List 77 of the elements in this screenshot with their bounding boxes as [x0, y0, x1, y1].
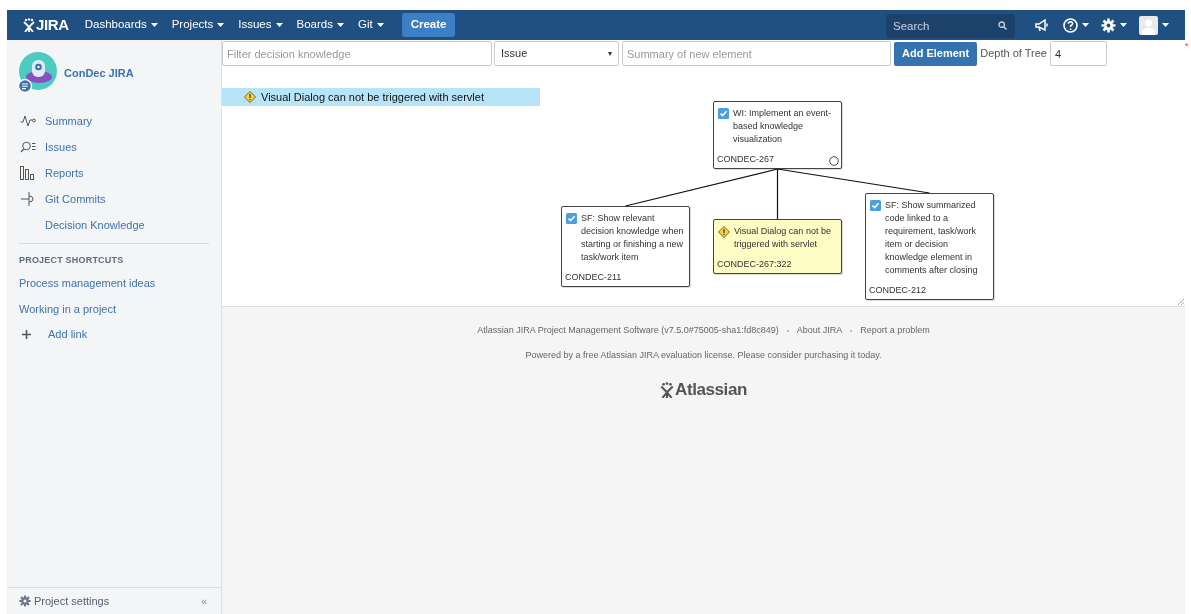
plus-icon [22, 330, 31, 339]
project-avatar-icon [18, 52, 58, 94]
help-menu-button[interactable] [1063, 17, 1089, 33]
caret-icon [150, 23, 158, 27]
node-key: CONDEC-267 [717, 153, 774, 166]
add-link[interactable]: Add link [7, 321, 100, 348]
logo-icon [23, 18, 35, 32]
expand-circle-icon[interactable] [829, 156, 839, 166]
caret-icon [336, 23, 344, 27]
resize-handle-icon[interactable] [1178, 299, 1184, 305]
nav-menu[interactable]: Dashboards [84, 16, 158, 34]
avatar-icon [1139, 15, 1158, 35]
node-summary: SF: Show relevant decision knowledge when starting or finishing a new task/work item [581, 212, 684, 264]
search-icon [998, 21, 1007, 30]
caret-icon [1120, 23, 1127, 27]
tree-node[interactable]: SF: Show summarized code linked to a requirement, task/work item or decision knowledge element in comments after closing CONDEC-212 [865, 193, 994, 300]
jira-logo[interactable]: JIRA [23, 13, 69, 37]
node-key: CONDEC-212 [869, 284, 926, 297]
settings-menu-button[interactable] [1101, 17, 1127, 33]
sidebar-nav-link[interactable]: Issues [19, 134, 209, 160]
depth-field[interactable]: 4 [1049, 41, 1107, 66]
shortcut-link[interactable]: Process management ideas [7, 269, 168, 296]
settings-icon [1101, 17, 1116, 33]
footer-link[interactable]: About JIRA [796, 324, 843, 338]
footer-link[interactable]: Atlassian JIRA Project Management Software (v7.5.0#75005-sha1:fd8c849) [477, 324, 779, 338]
atlassian-logo: Atlassian [660, 377, 747, 403]
section-heading: PROJECT SHORTCUTS [18, 254, 125, 267]
project-settings-link[interactable]: Project settings [19, 592, 110, 610]
alert-message: Visual Dialog can not be triggered with servlet [261, 89, 484, 105]
help-icon [1063, 17, 1078, 33]
required-mark: * [1185, 42, 1189, 51]
warning-icon [244, 91, 256, 103]
tree-node[interactable]: SF: Show relevant decision knowledge when starting or finishing a new task/work item CONDEC-211 [561, 206, 690, 287]
node-key: CONDEC-211 [565, 271, 622, 284]
check-square-icon [566, 213, 577, 224]
caret-icon [217, 23, 225, 27]
add-element-button[interactable]: Add Element [894, 41, 978, 66]
footer-link[interactable]: Report a problem [860, 324, 930, 338]
sidebar-nav-link[interactable]: Reports [19, 160, 209, 186]
create-button[interactable]: Create [401, 13, 456, 37]
search-field[interactable]: Search [886, 14, 1015, 38]
license-notice: Powered by a free Atlassian JIRA evaluation license. Please consider purchasing it today. [525, 348, 882, 362]
nav-menu[interactable]: Git [357, 16, 384, 34]
sidebar-nav-link[interactable]: Git Commits [19, 186, 209, 212]
filter-field[interactable]: Filter decision knowledge [222, 41, 492, 66]
caret-icon [376, 23, 384, 27]
node-summary: SF: Show summarized code linked to a requirement, task/work item or decision knowledge element in comments after closing [885, 199, 979, 277]
check-square-icon [870, 200, 881, 211]
shortcut-link[interactable]: Working in a project [7, 295, 128, 322]
collapse-sidebar-button[interactable]: « [200, 592, 207, 610]
activity-icon [20, 115, 36, 127]
nav-menu[interactable]: Issues [238, 16, 283, 34]
node-summary: WI: Implement an event-based knowledge visualization [733, 107, 833, 146]
logo-icon [660, 381, 675, 398]
caret-icon [275, 23, 283, 27]
sidebar-nav-link[interactable]: Summary [19, 108, 209, 134]
caret-icon [1082, 23, 1089, 27]
commit-icon [20, 191, 36, 207]
check-square-icon [718, 108, 729, 119]
nav-menu[interactable]: Projects [171, 16, 225, 34]
settings-icon [19, 595, 31, 607]
project-name-link[interactable]: ConDec JIRA [64, 64, 134, 82]
megaphone-icon[interactable] [1035, 18, 1049, 32]
profile-menu-button[interactable] [1139, 15, 1169, 35]
search-list-icon [20, 141, 36, 153]
depth-label: Depth of Tree [980, 46, 1047, 62]
type-select[interactable]: Issue ▾ [494, 41, 619, 66]
nav-menu[interactable]: Boards [296, 16, 344, 34]
node-key: CONDEC-267:322 [717, 258, 792, 271]
tree-node[interactable]: WI: Implement an event-based knowledge visualization CONDEC-267 [713, 101, 842, 169]
node-summary: Visual Dialog can not be triggered with servlet [734, 225, 832, 251]
tree-node[interactable]: Visual Dialog can not be triggered with servlet CONDEC-267:322 [713, 219, 842, 274]
caret-icon [1162, 23, 1169, 27]
warning-icon [718, 226, 730, 238]
summary-field[interactable]: Summary of new element [622, 41, 891, 66]
sidebar-nav-link[interactable]: Decision Knowledge [19, 212, 209, 238]
bar-chart-icon [20, 166, 36, 180]
